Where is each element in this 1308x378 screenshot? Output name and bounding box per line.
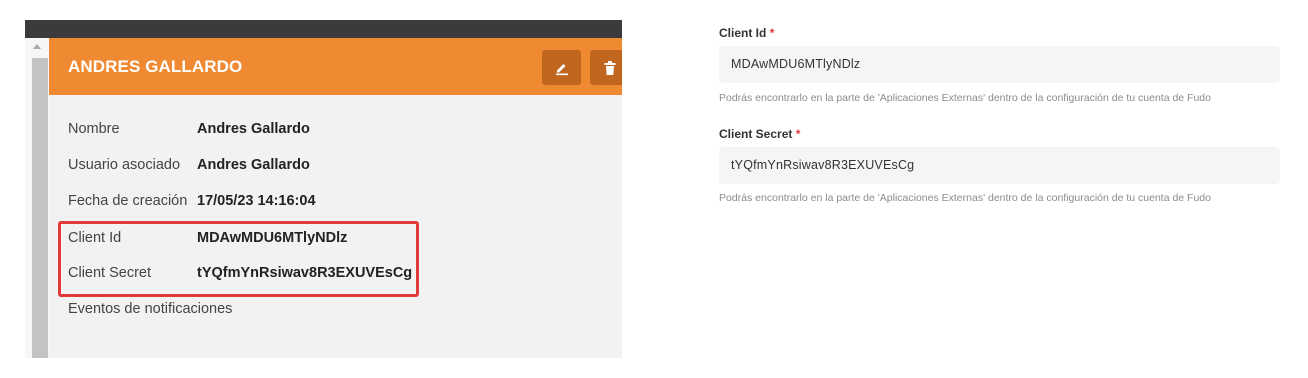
client-secret-input[interactable]: tYQfmYnRsiwav8R3EXUVEsCg (719, 147, 1280, 184)
row-value-usuario-asociado: Andres Gallardo (197, 157, 310, 173)
card-header: ANDRES GALLARDO (49, 38, 622, 95)
row-label-usuario-asociado: Usuario asociado (68, 157, 181, 173)
row-label-eventos-notificaciones: Eventos de notificaciones (68, 301, 233, 317)
client-id-helper: Podrás encontrarlo en la parte de 'Aplic… (719, 92, 1211, 104)
required-mark: * (795, 127, 801, 141)
scroll-thumb[interactable] (32, 58, 48, 358)
scrollbar[interactable] (25, 38, 49, 358)
client-secret-helper: Podrás encontrarlo en la parte de 'Aplic… (719, 192, 1211, 204)
edit-button[interactable] (542, 50, 581, 85)
delete-button[interactable] (590, 50, 622, 85)
trash-icon (604, 60, 615, 75)
client-secret-label: Client Secret * (719, 127, 800, 141)
row-label-nombre: Nombre (68, 121, 120, 137)
row-label-fecha-creacion: Fecha de creación (68, 193, 188, 209)
scroll-up-arrow-icon[interactable] (33, 44, 41, 49)
top-strip (25, 20, 622, 38)
client-secret-label-text: Client Secret (719, 127, 793, 141)
required-mark: * (769, 26, 775, 40)
edit-icon (555, 63, 568, 75)
row-value-fecha-creacion: 17/05/23 14:16:04 (197, 193, 316, 209)
card-title: ANDRES GALLARDO (68, 57, 243, 76)
client-credentials-highlight (58, 221, 419, 297)
client-id-label: Client Id * (719, 26, 774, 40)
user-card-panel: ANDRES GALLARDO Nombre Andres Gallardo U… (25, 20, 622, 358)
row-value-nombre: Andres Gallardo (197, 121, 310, 137)
client-id-input[interactable]: MDAwMDU6MTlyNDlz (719, 46, 1280, 83)
client-id-label-text: Client Id (719, 26, 767, 40)
